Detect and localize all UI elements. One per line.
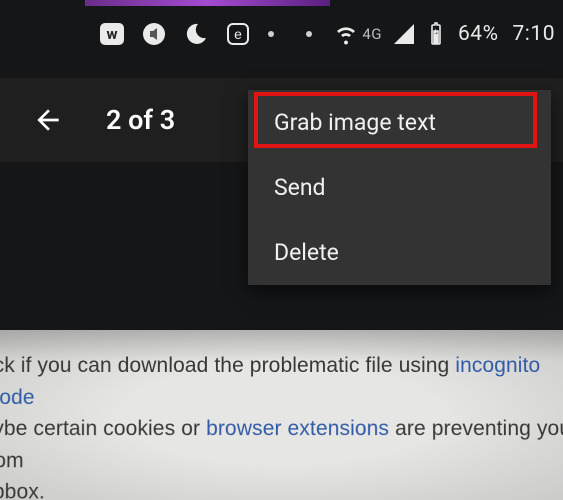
wifi-icon — [334, 22, 358, 46]
e-app-icon: e — [226, 22, 250, 46]
menu-item-send[interactable]: Send — [248, 155, 551, 220]
w-app-icon: w — [100, 23, 124, 45]
menu-item-grab-image-text[interactable]: Grab image text — [248, 90, 551, 155]
battery-percentage: 64% — [458, 22, 499, 46]
arrow-left-icon — [32, 104, 64, 136]
status-bar: w e 4G 64% 7:10 — [0, 18, 563, 50]
notification-dot-icon — [268, 31, 274, 37]
menu-item-delete[interactable]: Delete — [248, 220, 551, 285]
image-preview[interactable]: eck if you can download the problematic … — [0, 330, 563, 500]
page-counter: 2 of 3 — [106, 104, 175, 136]
back-button[interactable] — [26, 98, 70, 142]
preview-paragraph: eck if you can download the problematic … — [0, 350, 563, 500]
overflow-menu: Grab image text Send Delete — [248, 90, 551, 285]
network-type-label: 4G — [362, 25, 382, 43]
status-left: w e — [0, 22, 274, 46]
accent-strip — [85, 0, 330, 6]
dnd-crescent-icon — [184, 22, 208, 46]
svg-text:e: e — [234, 26, 242, 42]
mute-icon — [142, 22, 166, 46]
signal-icon — [392, 22, 416, 46]
status-right: 4G 64% 7:10 — [306, 22, 563, 46]
notification-dot-icon — [306, 31, 312, 37]
battery-icon — [424, 22, 448, 46]
clock: 7:10 — [513, 22, 556, 46]
